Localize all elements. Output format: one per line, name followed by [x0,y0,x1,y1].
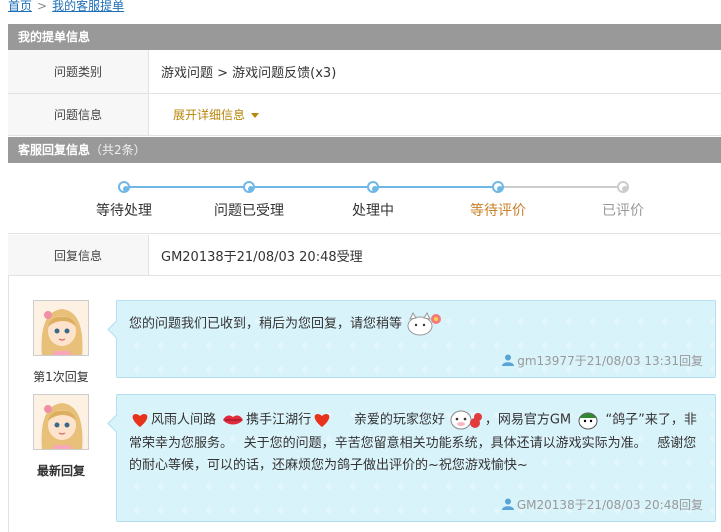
heart-icon [132,414,148,427]
pigeon-icon [578,412,598,430]
message-segment: 风雨人间路 [151,412,217,428]
message-body: 您的问题我们已收到，稍后为您回复，请您稍等 [129,316,403,332]
step-label-rated: 已评价 [602,203,644,219]
message-meta: gm13977于21/08/03 13:31回复 [502,352,703,369]
message-bubble: 风雨人间路 携手江湖行 亲爱的玩家您好 ，网易官方GM “鸽子”来了，非常荣幸为您… [116,394,716,522]
step-dot-processing [367,181,379,193]
info-value: 展开详细信息 [149,94,721,135]
breadcrumb-separator: > [37,0,48,13]
ticket-section-title: 我的提单信息 [18,30,91,44]
reply-info-label: 回复信息 [8,235,149,275]
expand-details-button[interactable]: 展开详细信息 [161,106,260,123]
step-dot-accepted [243,181,255,193]
category-row: 问题类别 游戏问题 > 游戏问题反馈(x3) [8,50,721,94]
caret-down-icon [251,113,260,118]
category-value: 游戏问题 > 游戏问题反馈(x3) [161,66,337,81]
progress-line-done [124,186,498,188]
message-text: 您的问题我们已收到，稍后为您回复，请您稍等 [129,311,701,337]
reply-thread: 第1次回复 您的问题我们已收到，稍后为您回复，请您稍等 gm13977于21/0… [8,276,721,532]
message-text: 风雨人间路 携手江湖行 亲爱的玩家您好 ，网易官方GM “鸽子”来了，非常荣幸为您… [129,407,701,477]
gm-avatar-icon [34,301,88,355]
step-label-processing: 处理中 [352,203,394,219]
category-label: 问题类别 [8,50,149,93]
info-row: 问题信息 展开详细信息 [8,94,721,136]
cat-icon [407,311,442,336]
person-icon [502,354,515,366]
avatar [33,394,89,450]
message-meta-text: GM20138于21/08/03 20:48回复 [516,498,703,512]
message-segment: 亲爱的玩家您好 [353,412,445,428]
message-segment: ，网易官方GM [484,412,572,428]
message-meta: GM20138于21/08/03 20:48回复 [501,496,703,513]
step-label-accepted: 问题已受理 [214,203,284,219]
cow-icon [450,410,482,430]
reply-section-title: 客服回复信息 [18,143,91,157]
breadcrumb-current-link[interactable]: 我的客服提单 [52,0,124,13]
reply-info-value: GM20138于21/08/03 20:48受理 [161,249,363,265]
avatar [33,300,89,356]
reply-count: （共2条） [90,143,146,157]
reply-caption: 最新回复 [36,464,85,478]
reply-section-header: 客服回复信息（共2条） [8,137,721,163]
progress-line-pending [498,186,623,188]
info-label: 问题信息 [8,94,149,135]
step-dot-rated [617,181,629,193]
reply-info-row: 回复信息 GM20138于21/08/03 20:48受理 [8,235,721,276]
gm-avatar-icon [34,395,88,449]
expand-details-label: 展开详细信息 [173,108,246,122]
reply-caption: 第1次回复 [33,370,89,384]
progress-tracker: 等待处理 问题已受理 处理中 等待评价 已评价 [8,164,721,234]
heart-icon [314,414,330,427]
step-dot-awaiting-rating [492,181,504,193]
ticket-section-header: 我的提单信息 [8,24,721,50]
step-label-awaiting-rating: 等待评价 [470,203,526,219]
lips-icon [223,415,244,425]
message-segment: 携手江湖行 [246,412,312,428]
step-dot-waiting [118,181,130,193]
message-bubble: 您的问题我们已收到，稍后为您回复，请您稍等 gm13977于21/08/03 1… [116,300,716,378]
step-label-waiting: 等待处理 [96,203,152,219]
person-icon [501,498,514,510]
breadcrumb: 首页 > 我的客服提单 [8,0,124,14]
message-meta-text: gm13977于21/08/03 13:31回复 [517,354,703,368]
breadcrumb-home-link[interactable]: 首页 [8,0,32,13]
